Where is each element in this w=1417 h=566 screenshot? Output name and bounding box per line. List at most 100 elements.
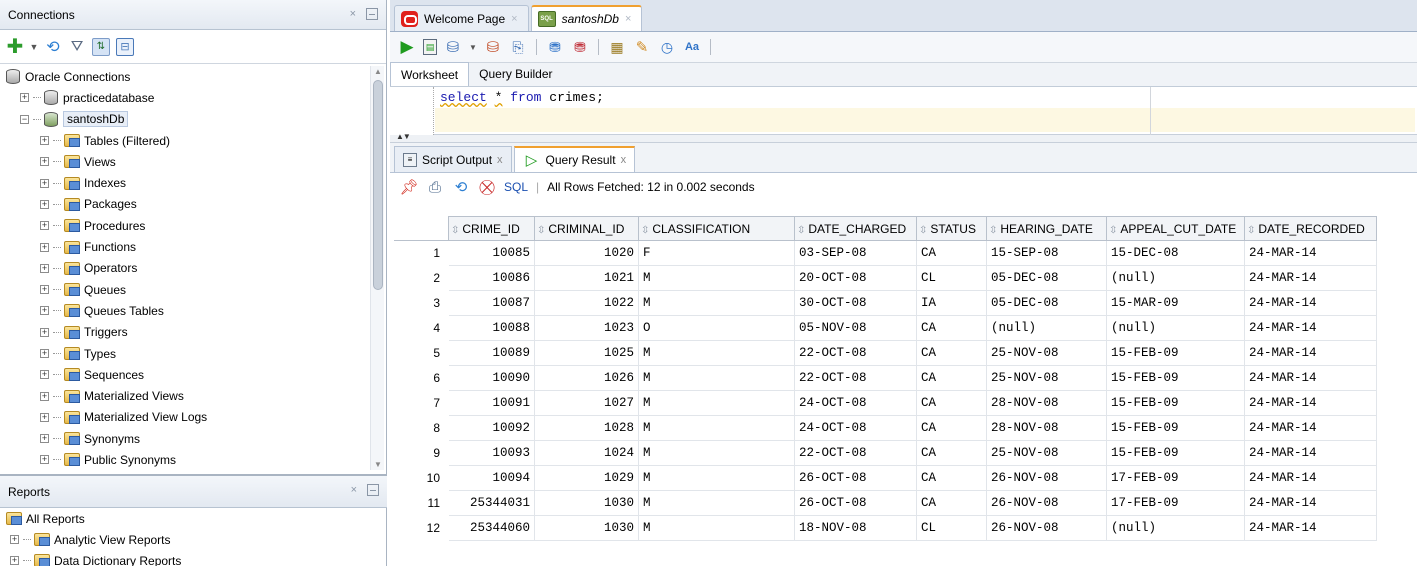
run-script-icon[interactable]: ▤: [423, 39, 437, 55]
table-cell[interactable]: 1025: [534, 340, 639, 366]
autotrace-icon[interactable]: ⛃: [546, 38, 564, 56]
tree-node[interactable]: + Views: [0, 151, 370, 172]
table-cell[interactable]: 24-MAR-14: [1244, 440, 1377, 466]
table-cell[interactable]: 26-NOV-08: [986, 490, 1107, 516]
column-header[interactable]: ⇳ CRIMINAL_ID: [534, 216, 639, 241]
table-cell[interactable]: CL: [916, 515, 987, 541]
expand-icon[interactable]: +: [40, 349, 49, 358]
table-cell[interactable]: 28-NOV-08: [986, 390, 1107, 416]
scroll-down-icon[interactable]: ▼: [374, 460, 382, 469]
table-cell[interactable]: 1026: [534, 365, 639, 391]
table-cell[interactable]: 22-OCT-08: [794, 365, 917, 391]
table-cell[interactable]: 10087: [448, 290, 535, 316]
table-cell[interactable]: 24-MAR-14: [1244, 240, 1377, 266]
table-cell[interactable]: 1027: [534, 390, 639, 416]
collapse-icon[interactable]: ⊟: [116, 37, 134, 56]
tree-node[interactable]: + Materialized View Logs: [0, 407, 370, 428]
table-row[interactable]: 2 10086 1021 M 20-OCT-08 CL 05-DEC-08 (null) 24-…: [394, 265, 1377, 291]
minimize-panel-icon[interactable]: [367, 484, 379, 496]
table-cell[interactable]: M: [638, 265, 795, 291]
close-panel-icon[interactable]: ×: [350, 8, 356, 20]
collapse-icon[interactable]: −: [20, 114, 29, 124]
expand-icon[interactable]: +: [10, 556, 19, 565]
table-cell[interactable]: 26-NOV-08: [986, 515, 1107, 541]
cancel-query-icon[interactable]: ⛒: [478, 178, 496, 196]
sort-icon[interactable]: ⇳: [1247, 225, 1255, 236]
table-cell[interactable]: CA: [916, 315, 987, 341]
tab-worksheet[interactable]: Worksheet: [390, 62, 470, 86]
sql-line[interactable]: select * from crimes;: [440, 90, 604, 105]
expand-icon[interactable]: +: [40, 157, 49, 167]
expand-icon[interactable]: +: [40, 178, 49, 188]
tree-node[interactable]: − santoshDb: [0, 109, 370, 130]
result-table[interactable]: ⇳ CRIME_ID ⇳ CRIMINAL_ID ⇳ CLASSIFICATION ⇳ DAT…: [394, 216, 1377, 541]
table-cell[interactable]: M: [638, 415, 795, 441]
tree-node[interactable]: + Public Synonyms: [0, 449, 370, 470]
dropdown-icon[interactable]: ▼: [30, 38, 39, 56]
close-panel-icon[interactable]: ×: [351, 484, 357, 496]
table-cell[interactable]: (null): [1106, 315, 1245, 341]
tree-node[interactable]: + Sequences: [0, 364, 370, 385]
add-icon[interactable]: ✚: [6, 36, 24, 58]
sort-icon[interactable]: ⇳: [537, 225, 545, 236]
run-statement-icon[interactable]: ▶: [398, 37, 416, 56]
tree-node[interactable]: + Operators: [0, 258, 370, 279]
table-cell[interactable]: 15-FEB-09: [1106, 415, 1245, 441]
table-cell[interactable]: 1023: [534, 315, 639, 341]
table-cell[interactable]: IA: [916, 290, 987, 316]
connections-scrollbar[interactable]: ▲ ▼: [370, 66, 384, 470]
close-tab-icon[interactable]: x: [621, 154, 627, 166]
table-cell[interactable]: 15-FEB-09: [1106, 340, 1245, 366]
table-cell[interactable]: CA: [916, 490, 987, 516]
table-cell[interactable]: O: [638, 315, 795, 341]
expand-icon[interactable]: +: [40, 263, 49, 273]
column-header[interactable]: ⇳ DATE_RECORDED: [1244, 216, 1377, 241]
table-cell[interactable]: M: [638, 390, 795, 416]
table-cell[interactable]: (null): [1106, 265, 1245, 291]
sort-icon[interactable]: ⇳: [797, 225, 805, 236]
table-cell[interactable]: 25-NOV-08: [986, 340, 1107, 366]
table-cell[interactable]: 24-MAR-14: [1244, 415, 1377, 441]
table-cell[interactable]: (null): [986, 315, 1107, 341]
tree-node[interactable]: + Synonyms: [0, 428, 370, 449]
table-cell[interactable]: 1024: [534, 440, 639, 466]
table-cell[interactable]: 24-MAR-14: [1244, 315, 1377, 341]
refresh-icon[interactable]: ⟲: [44, 38, 62, 56]
close-tab-icon[interactable]: x: [497, 154, 503, 166]
table-cell[interactable]: 10094: [448, 465, 535, 491]
table-row[interactable]: 7 10091 1027 M 24-OCT-08 CA 28-NOV-08 15-FEB-09…: [394, 390, 1377, 416]
table-cell[interactable]: 24-MAR-14: [1244, 490, 1377, 516]
expand-icon[interactable]: +: [40, 242, 49, 252]
expand-icon[interactable]: +: [40, 306, 49, 316]
expand-icon[interactable]: +: [40, 434, 49, 444]
table-cell[interactable]: CA: [916, 465, 987, 491]
close-tab-icon[interactable]: ×: [625, 13, 631, 25]
table-row[interactable]: 9 10093 1024 M 22-OCT-08 CA 25-NOV-08 15-FEB-09…: [394, 440, 1377, 466]
table-cell[interactable]: M: [638, 515, 795, 541]
tree-node[interactable]: + Indexes: [0, 172, 370, 193]
scroll-up-icon[interactable]: ▲: [374, 67, 382, 76]
table-cell[interactable]: 05-DEC-08: [986, 265, 1107, 291]
expand-icon[interactable]: +: [40, 391, 49, 401]
table-cell[interactable]: 24-MAR-14: [1244, 290, 1377, 316]
pin-icon[interactable]: 📌︎: [399, 178, 418, 196]
table-cell[interactable]: 15-MAR-09: [1106, 290, 1245, 316]
tree-node[interactable]: + Packages: [0, 194, 370, 215]
table-cell[interactable]: 10086: [448, 265, 535, 291]
table-cell[interactable]: CL: [916, 265, 987, 291]
table-cell[interactable]: M: [638, 340, 795, 366]
table-cell[interactable]: 24-MAR-14: [1244, 465, 1377, 491]
table-row[interactable]: 12 25344060 1030 M 18-NOV-08 CL 26-NOV-08 (null…: [394, 515, 1377, 541]
close-tab-icon[interactable]: ×: [511, 13, 517, 25]
tree-node[interactable]: + Materialized Views: [0, 385, 370, 406]
table-cell[interactable]: 24-MAR-14: [1244, 365, 1377, 391]
scrollbar-thumb[interactable]: [373, 80, 383, 290]
sort-icon[interactable]: ⇳: [641, 225, 649, 236]
tab-script-output[interactable]: ≡ Script Output x: [394, 146, 512, 172]
tree-node[interactable]: Oracle Connections: [0, 66, 370, 87]
expand-icon[interactable]: +: [40, 327, 49, 337]
report-node[interactable]: All Reports: [0, 508, 387, 529]
sort-icon[interactable]: ⇳: [919, 225, 927, 236]
table-cell[interactable]: 1030: [534, 515, 639, 541]
tab-query-result[interactable]: ▷ Query Result x: [513, 146, 636, 172]
